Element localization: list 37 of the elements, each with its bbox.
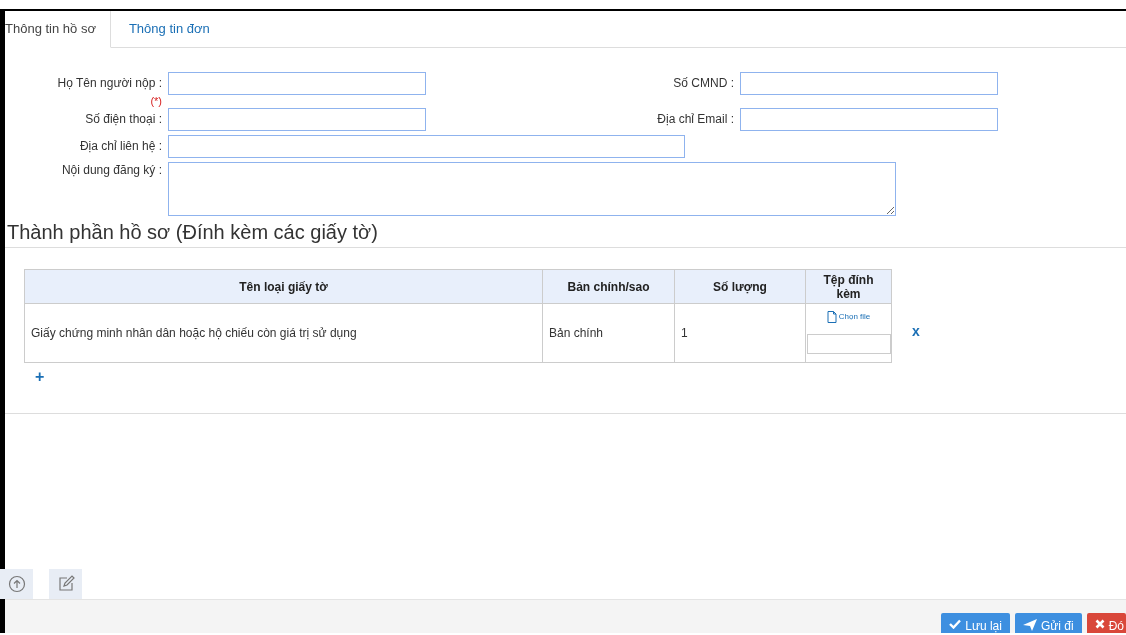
delete-row-button[interactable]: x bbox=[906, 319, 926, 343]
table-cell: Giấy chứng minh nhân dân hoặc hộ chiếu còn giá trị sử dụng bbox=[24, 303, 543, 363]
upload-icon-button[interactable] bbox=[0, 569, 33, 599]
section-title: Thành phần hồ sơ (Đính kèm các giấy tờ) bbox=[7, 220, 379, 245]
choose-file-link[interactable]: Chọn file bbox=[820, 310, 877, 324]
send-button[interactable]: Gửi đi bbox=[1014, 613, 1082, 633]
upload-icon bbox=[7, 575, 26, 593]
input-field[interactable] bbox=[168, 135, 685, 158]
save-button[interactable]: Lưu lại bbox=[941, 613, 1010, 633]
column-header: Bản chính/sao bbox=[542, 269, 675, 304]
field-label: Địa chỉ liên hệ : bbox=[78, 138, 162, 155]
column-header: Tên loại giấy tờ bbox=[24, 269, 543, 304]
tab[interactable]: Thông tin hồ sơ bbox=[5, 11, 111, 48]
input-field[interactable] bbox=[168, 72, 426, 95]
close-icon bbox=[1094, 619, 1105, 629]
input-field[interactable] bbox=[168, 108, 426, 131]
file-icon bbox=[826, 311, 837, 323]
field-label: Họ Tên người nộp : bbox=[56, 75, 162, 92]
field-label: Nội dung đăng ký : bbox=[60, 162, 162, 179]
table-cell: 1 bbox=[674, 303, 806, 363]
table-cell: Bản chính bbox=[542, 303, 675, 363]
paper-plane-icon bbox=[1022, 619, 1037, 631]
file-name-field[interactable] bbox=[806, 334, 891, 354]
column-header: Tệp đính kèm bbox=[805, 269, 892, 304]
add-row-button[interactable]: + bbox=[35, 365, 45, 389]
input-field[interactable] bbox=[740, 72, 998, 95]
input-field[interactable] bbox=[740, 108, 998, 131]
check-icon bbox=[949, 619, 962, 629]
column-header: Số lượng bbox=[674, 269, 806, 304]
close-button[interactable]: Đó bbox=[1086, 613, 1126, 633]
edit-icon-button[interactable] bbox=[49, 569, 82, 599]
required-mark: (*) bbox=[149, 95, 162, 108]
edit-icon bbox=[56, 575, 75, 593]
text-area[interactable] bbox=[168, 162, 896, 216]
field-label: Địa chỉ Email : bbox=[656, 111, 734, 128]
field-label: Số điện thoại : bbox=[84, 111, 162, 128]
field-label: Số CMND : bbox=[672, 75, 734, 92]
